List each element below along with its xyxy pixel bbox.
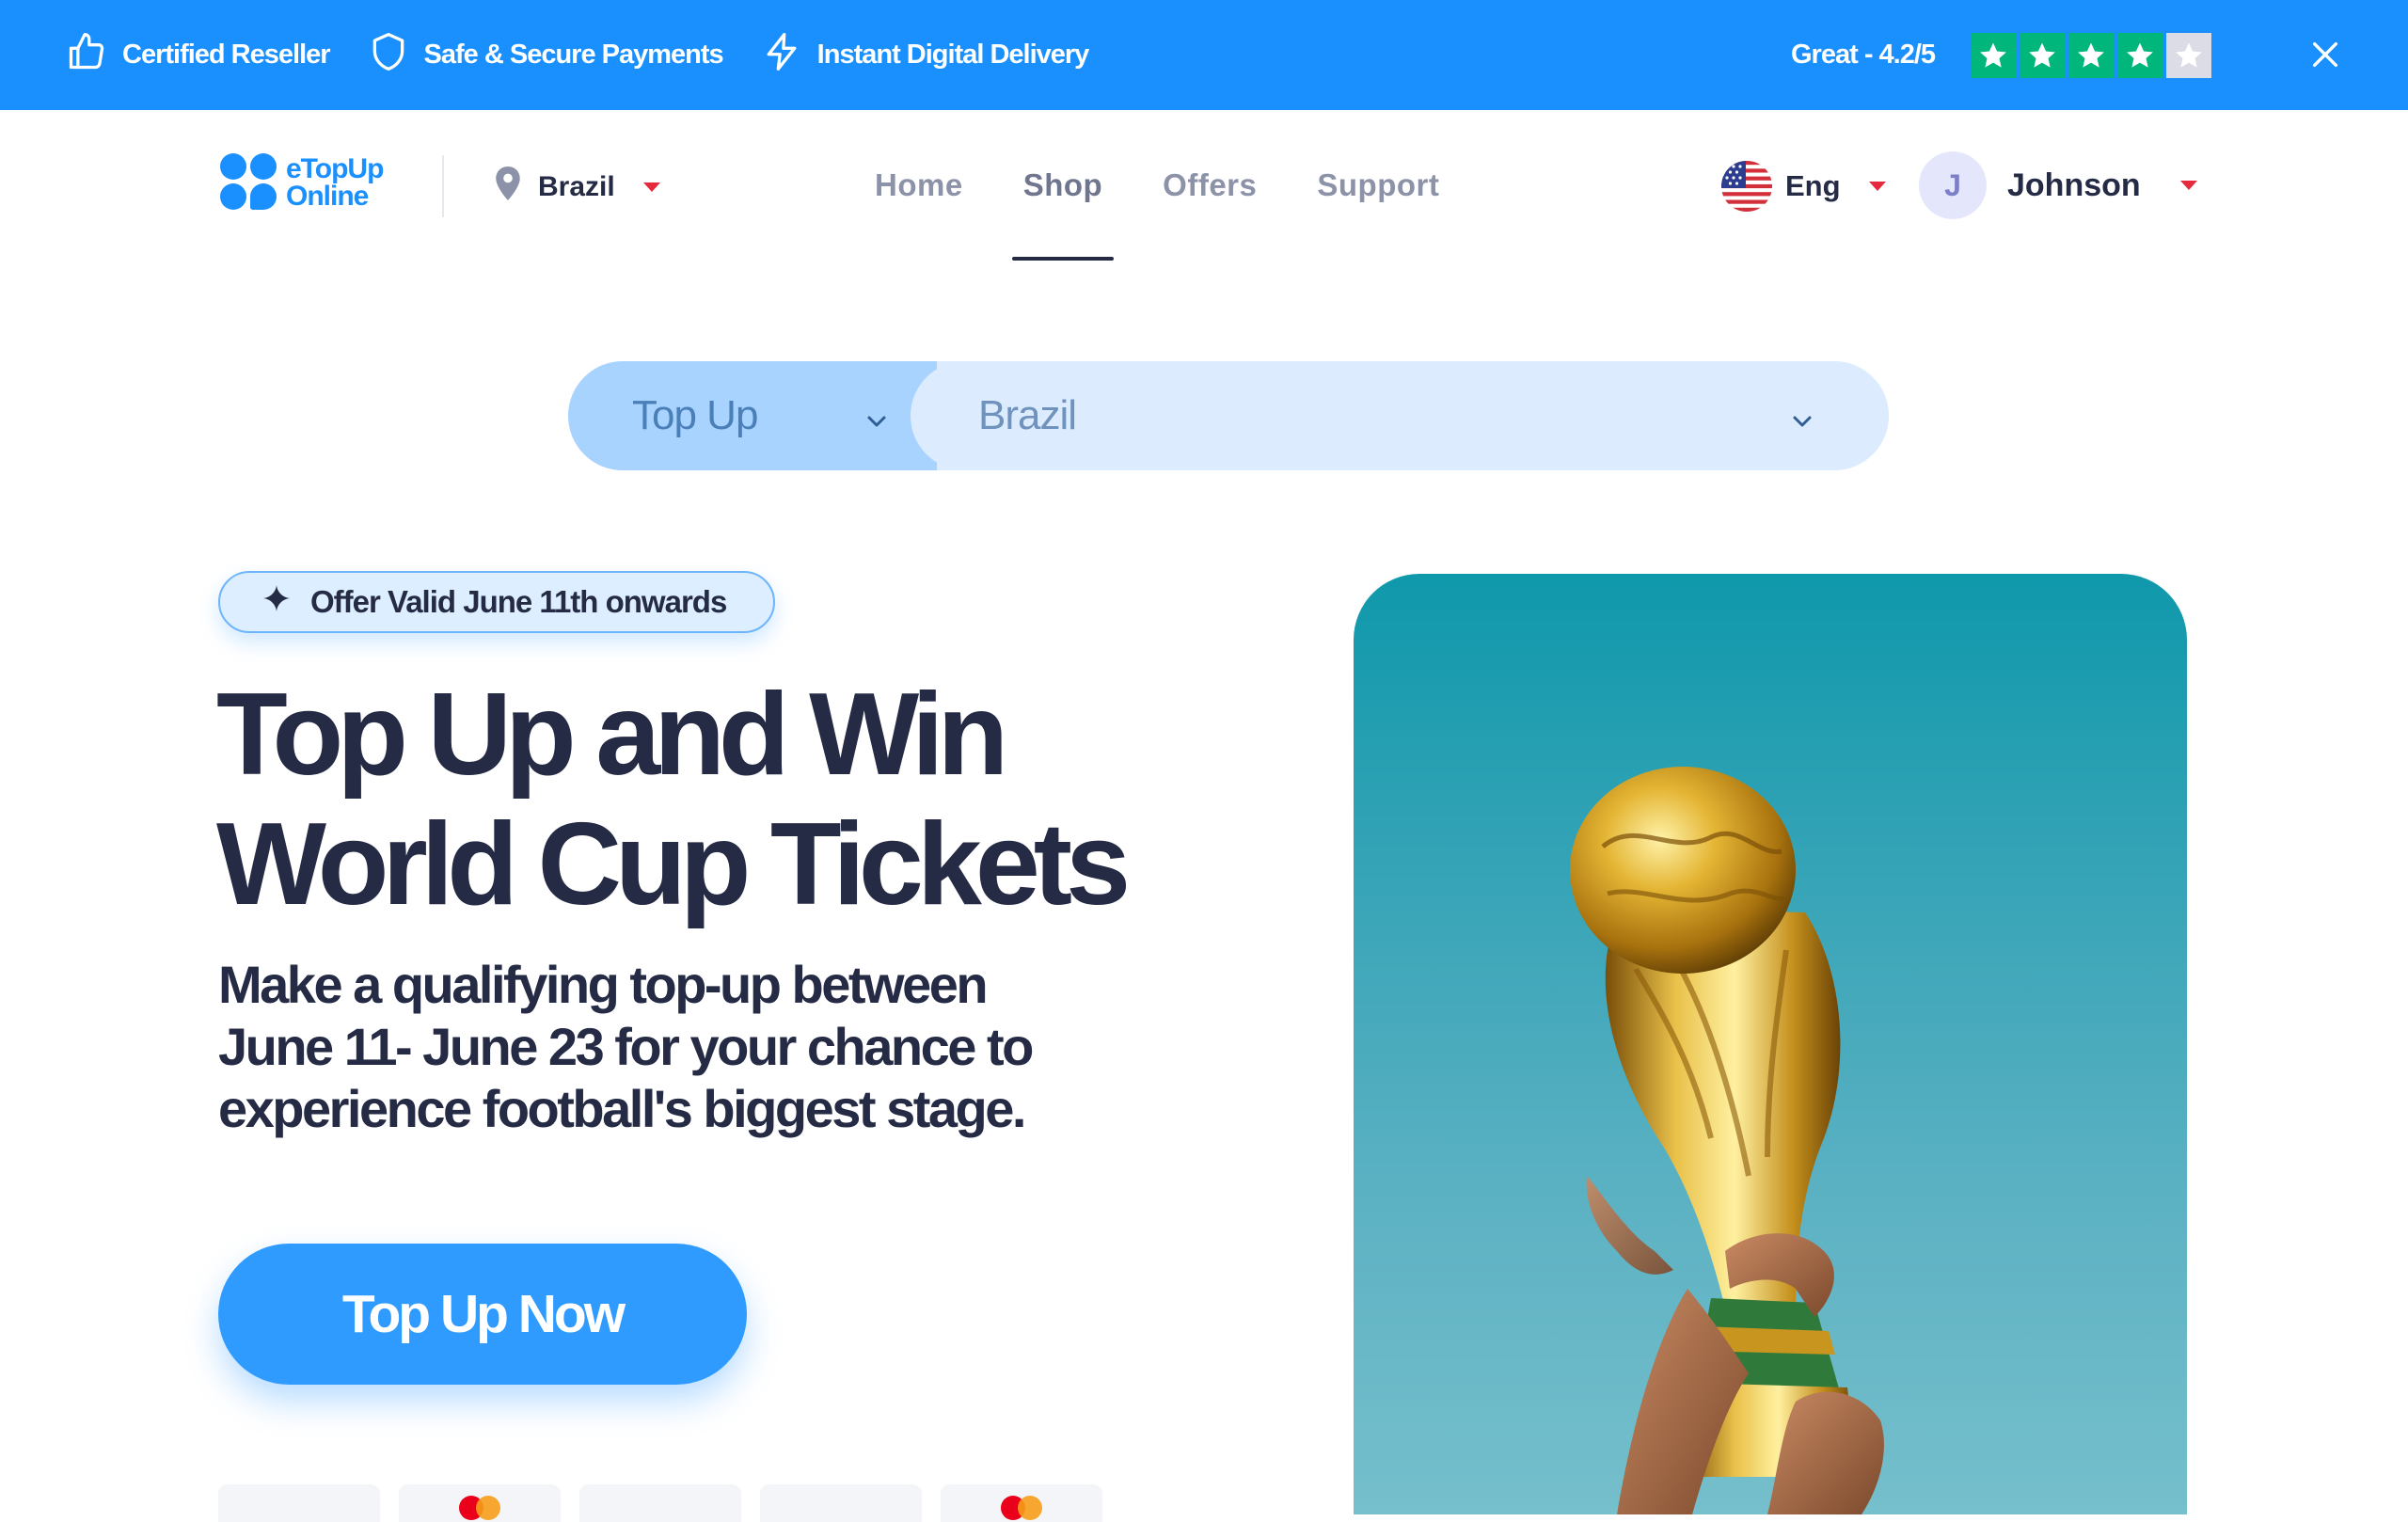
chevron-down-icon xyxy=(865,392,888,439)
avatar: J xyxy=(1919,151,1987,219)
logo-line2: Online xyxy=(286,181,369,212)
world-cup-trophy-image xyxy=(1354,574,2187,1514)
hero-subtitle-line2: June 11- June 23 for your chance to xyxy=(218,1017,1034,1076)
feature-secure-payments: Safe & Secure Payments xyxy=(368,31,724,80)
rating-stars xyxy=(1971,32,2212,78)
shield-icon xyxy=(368,31,409,80)
payment-method-card xyxy=(941,1484,1102,1522)
user-name: Johnson xyxy=(2007,166,2141,203)
hero-subtitle-line3: experience football's biggest stage. xyxy=(218,1079,1026,1138)
user-menu[interactable]: J Johnson xyxy=(1919,151,2197,219)
close-icon[interactable] xyxy=(2303,32,2348,77)
country-select-value: Brazil xyxy=(978,392,1077,438)
trust-bar: Certified Reseller Safe & Secure Payment… xyxy=(0,0,2408,110)
caret-down-icon xyxy=(1868,182,1886,191)
nav-offers[interactable]: Offers xyxy=(1133,110,1287,261)
feature-label: Instant Digital Delivery xyxy=(816,40,1090,70)
hero-title-line1: Top Up and Win xyxy=(216,670,1008,800)
chevron-down-icon xyxy=(1791,392,1814,439)
trustpilot-rating[interactable]: Great - 4.2/5 xyxy=(1791,0,2212,110)
hero-subtitle-line1: Make a qualifying top-up between xyxy=(218,955,989,1014)
top-up-now-button[interactable]: Top Up Now xyxy=(218,1244,747,1385)
feature-label: Certified Reseller xyxy=(122,40,331,70)
star-empty-icon xyxy=(2166,32,2212,78)
mastercard-icon xyxy=(1001,1496,1044,1522)
offer-badge-text: Offer Valid June 11th onwards xyxy=(310,584,727,619)
rating-text: Great - 4.2/5 xyxy=(1791,40,1936,70)
feature-certified-reseller: Certified Reseller xyxy=(66,31,331,80)
caret-down-icon xyxy=(642,182,660,192)
country-select[interactable]: Brazil xyxy=(911,361,1889,470)
topup-search-bar: Top Up Brazil xyxy=(568,361,1889,470)
nav-shop[interactable]: Shop xyxy=(993,110,1133,261)
payment-method-card xyxy=(579,1484,741,1522)
main-nav: Home Shop Offers Support xyxy=(845,110,1469,261)
hero-title: Top Up and Win World Cup Tickets xyxy=(216,670,1345,929)
star-icon xyxy=(2117,32,2163,78)
country-label: Brazil xyxy=(538,171,615,202)
location-pin-icon xyxy=(491,165,525,210)
main-header: eTopUp Online Brazil Home Shop Offers Su… xyxy=(0,110,2408,261)
payment-method-card xyxy=(760,1484,922,1522)
payment-method-card xyxy=(399,1484,561,1522)
header-divider xyxy=(442,155,444,217)
language-label: Eng xyxy=(1785,169,1841,202)
offer-badge: Offer Valid June 11th onwards xyxy=(218,571,776,633)
logo[interactable]: eTopUp Online xyxy=(220,153,384,212)
hero-subtitle: Make a qualifying top-up between June 11… xyxy=(218,954,1159,1140)
logo-line1: eTopUp xyxy=(286,153,384,184)
star-icon xyxy=(2068,32,2115,78)
sparkle-icon xyxy=(261,583,292,621)
star-icon xyxy=(2020,32,2066,78)
feature-label: Safe & Secure Payments xyxy=(423,40,724,70)
nav-home[interactable]: Home xyxy=(845,110,993,261)
logo-mark-icon xyxy=(220,153,278,212)
country-selector[interactable]: Brazil xyxy=(491,165,660,210)
lightning-icon xyxy=(761,31,802,80)
feature-instant-delivery: Instant Digital Delivery xyxy=(761,31,1089,80)
caret-down-icon xyxy=(2179,181,2197,190)
service-type-select[interactable]: Top Up xyxy=(568,361,937,470)
logo-text: eTopUp Online xyxy=(286,153,384,212)
payment-method-card xyxy=(218,1484,380,1522)
trust-features: Certified Reseller Safe & Secure Payment… xyxy=(66,0,1089,110)
payment-methods xyxy=(218,1484,1102,1522)
thumbs-up-icon xyxy=(66,31,107,80)
star-icon xyxy=(1971,32,2017,78)
nav-support[interactable]: Support xyxy=(1287,110,1469,261)
us-flag-icon xyxy=(1721,161,1772,212)
mastercard-icon xyxy=(459,1496,502,1522)
hero-title-line2: World Cup Tickets xyxy=(216,800,1131,929)
language-selector[interactable]: Eng xyxy=(1721,161,1886,212)
service-type-value: Top Up xyxy=(632,392,758,438)
